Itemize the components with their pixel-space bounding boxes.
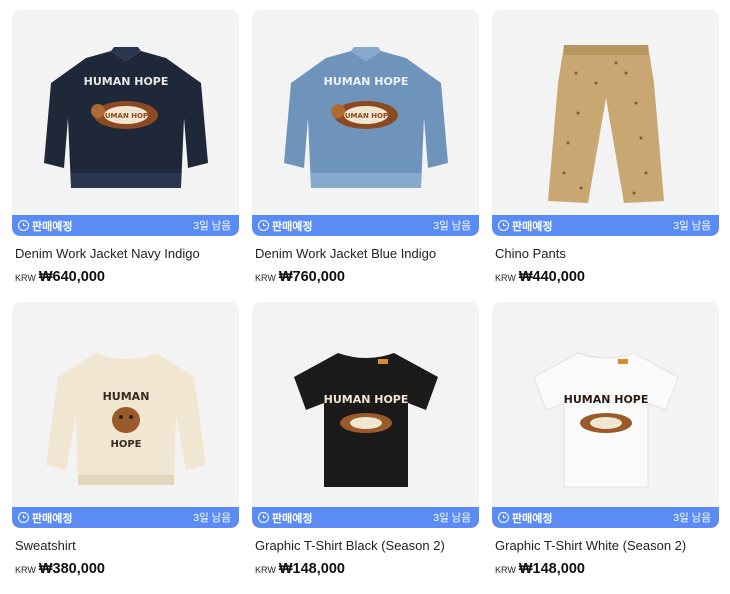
- product-price: ₩148,000: [518, 561, 585, 577]
- svg-text:HUMAN HOPE: HUMAN HOPE: [83, 75, 168, 88]
- sweatshirt-image: HUMAN HOPE: [45, 353, 206, 485]
- sale-status-bar: 판매예정 3일 남음: [492, 215, 719, 236]
- currency-label: KRW: [15, 565, 36, 575]
- product-name[interactable]: Graphic T-Shirt Black (Season 2): [252, 538, 479, 553]
- remaining-days: 3일 남음: [433, 220, 471, 232]
- product-image[interactable]: HUMAN HOPE 판매예정 3일 남음: [12, 302, 239, 528]
- pants-image: [547, 45, 664, 203]
- product-name[interactable]: Graphic T-Shirt White (Season 2): [492, 538, 719, 553]
- product-grid: HUMAN HOPE HUMAN HOPE 판매예정 3일 남음 Denim W…: [0, 0, 730, 594]
- price-row: KRW ₩380,000: [12, 561, 239, 577]
- clock-icon: [498, 220, 509, 231]
- clock-icon: [18, 220, 29, 231]
- price-row: KRW ₩148,000: [252, 561, 479, 577]
- svg-text:HUMAN: HUMAN: [102, 390, 149, 403]
- product-price: ₩440,000: [518, 269, 585, 285]
- remaining-days: 3일 남음: [193, 512, 231, 524]
- product-image[interactable]: HUMAN HOPE 판매예정 3일 남음: [252, 302, 479, 528]
- product-card[interactable]: HUMAN HOPE 판매예정 3일 남음 Graphic T-Shirt Wh…: [492, 302, 719, 577]
- product-card[interactable]: HUMAN HOPE HUMAN HOPE 판매예정 3일 남음 Denim W…: [12, 10, 239, 285]
- svg-text:HUMAN HOPE: HUMAN HOPE: [99, 112, 153, 120]
- product-price: ₩640,000: [38, 269, 105, 285]
- currency-label: KRW: [495, 565, 516, 575]
- remaining-days: 3일 남음: [673, 220, 711, 232]
- remaining-days: 3일 남음: [193, 220, 231, 232]
- product-name[interactable]: Denim Work Jacket Navy Indigo: [12, 246, 239, 261]
- product-card[interactable]: 판매예정 3일 남음 Chino Pants KRW ₩440,000: [492, 10, 719, 285]
- remaining-days: 3일 남음: [673, 512, 711, 524]
- status-label: 판매예정: [32, 220, 73, 233]
- product-price: ₩760,000: [278, 269, 345, 285]
- product-card[interactable]: HUMAN HOPE 판매예정 3일 남음 Sweatshirt KRW ₩38…: [12, 302, 239, 577]
- clock-icon: [258, 220, 269, 231]
- svg-text:HUMAN HOPE: HUMAN HOPE: [339, 112, 393, 120]
- clock-icon: [498, 512, 509, 523]
- product-image[interactable]: 판매예정 3일 남음: [492, 10, 719, 236]
- product-image[interactable]: HUMAN HOPE 판매예정 3일 남음: [492, 302, 719, 528]
- price-row: KRW ₩440,000: [492, 269, 719, 285]
- jacket-image: HUMAN HOPE HUMAN HOPE: [283, 47, 448, 188]
- currency-label: KRW: [15, 273, 36, 283]
- status-label: 판매예정: [32, 512, 73, 525]
- sale-status-bar: 판매예정 3일 남음: [252, 215, 479, 236]
- currency-label: KRW: [495, 273, 516, 283]
- clock-icon: [18, 512, 29, 523]
- jacket-image: HUMAN HOPE HUMAN HOPE: [43, 47, 208, 188]
- product-image[interactable]: HUMAN HOPE HUMAN HOPE 판매예정 3일 남음: [252, 10, 479, 236]
- sale-status-bar: 판매예정 3일 남음: [252, 507, 479, 528]
- product-name[interactable]: Sweatshirt: [12, 538, 239, 553]
- product-price: ₩380,000: [38, 561, 105, 577]
- sale-status-bar: 판매예정 3일 남음: [12, 507, 239, 528]
- currency-label: KRW: [255, 565, 276, 575]
- svg-text:HUMAN HOPE: HUMAN HOPE: [323, 75, 408, 88]
- product-name[interactable]: Denim Work Jacket Blue Indigo: [252, 246, 479, 261]
- status-label: 판매예정: [512, 512, 553, 525]
- status-label: 판매예정: [512, 220, 553, 233]
- status-label: 판매예정: [272, 512, 313, 525]
- remaining-days: 3일 남음: [433, 512, 471, 524]
- product-price: ₩148,000: [278, 561, 345, 577]
- product-card[interactable]: HUMAN HOPE 판매예정 3일 남음 Graphic T-Shirt Bl…: [252, 302, 479, 577]
- sale-status-bar: 판매예정 3일 남음: [492, 507, 719, 528]
- product-image[interactable]: HUMAN HOPE HUMAN HOPE 판매예정 3일 남음: [12, 10, 239, 236]
- tshirt-image: HUMAN HOPE: [532, 352, 679, 488]
- tshirt-image: HUMAN HOPE: [293, 353, 438, 487]
- price-row: KRW ₩148,000: [492, 561, 719, 577]
- status-label: 판매예정: [272, 220, 313, 233]
- svg-text:HOPE: HOPE: [110, 439, 141, 450]
- product-name[interactable]: Chino Pants: [492, 246, 719, 261]
- product-card[interactable]: HUMAN HOPE HUMAN HOPE 판매예정 3일 남음 Denim W…: [252, 10, 479, 285]
- svg-text:HUMAN HOPE: HUMAN HOPE: [323, 393, 408, 406]
- svg-text:HUMAN HOPE: HUMAN HOPE: [563, 393, 648, 406]
- price-row: KRW ₩640,000: [12, 269, 239, 285]
- clock-icon: [258, 512, 269, 523]
- price-row: KRW ₩760,000: [252, 269, 479, 285]
- sale-status-bar: 판매예정 3일 남음: [12, 215, 239, 236]
- currency-label: KRW: [255, 273, 276, 283]
